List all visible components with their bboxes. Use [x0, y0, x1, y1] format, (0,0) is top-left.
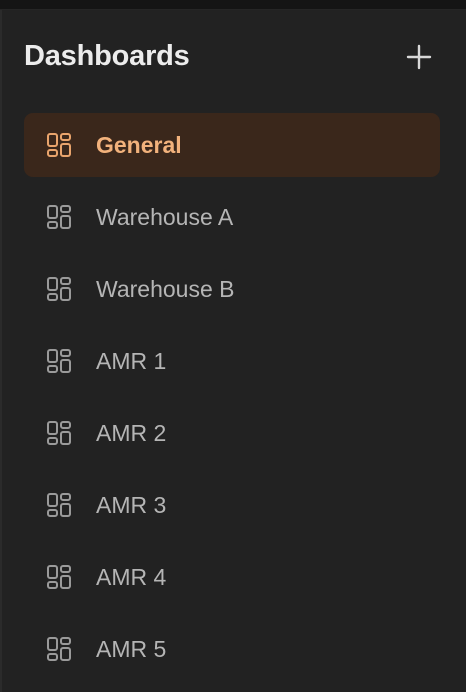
dashboard-item-warehouse-b[interactable]: Warehouse B — [24, 257, 440, 321]
dashboard-item-label: AMR 4 — [96, 564, 167, 590]
dashboard-icon — [46, 204, 72, 230]
dashboard-item-amr-5[interactable]: AMR 5 — [24, 617, 440, 681]
dashboard-icon — [46, 132, 72, 158]
dashboard-item-label: Warehouse A — [96, 204, 234, 230]
plus-icon — [406, 44, 432, 70]
top-edge — [0, 0, 466, 10]
dashboard-icon — [46, 492, 72, 518]
dashboard-item-amr-1[interactable]: AMR 1 — [24, 329, 440, 393]
add-dashboard-button[interactable] — [404, 42, 434, 72]
dashboard-icon — [46, 420, 72, 446]
dashboard-item-label: AMR 1 — [96, 348, 167, 374]
dashboard-item-amr-2[interactable]: AMR 2 — [24, 401, 440, 465]
dashboard-icon — [46, 636, 72, 662]
sidebar-header: Dashboards — [24, 36, 434, 78]
dashboard-item-label: AMR 2 — [96, 420, 167, 446]
dashboard-item-label: AMR 5 — [96, 636, 167, 662]
dashboard-item-label: AMR 3 — [96, 492, 167, 518]
dashboard-icon — [46, 348, 72, 374]
sidebar-title: Dashboards — [24, 40, 190, 72]
dashboards-sidebar: Dashboards General Warehouse A Warehouse… — [0, 10, 466, 692]
dashboard-icon — [46, 564, 72, 590]
dashboard-item-general[interactable]: General — [24, 113, 440, 177]
dashboard-item-label: Warehouse B — [96, 276, 235, 302]
dashboard-item-amr-3[interactable]: AMR 3 — [24, 473, 440, 537]
dashboard-item-label: General — [96, 132, 182, 158]
dashboard-icon — [46, 276, 72, 302]
dashboard-item-warehouse-a[interactable]: Warehouse A — [24, 185, 440, 249]
dashboard-item-amr-4[interactable]: AMR 4 — [24, 545, 440, 609]
dashboard-list: General Warehouse A Warehouse B AMR 1 AM… — [24, 113, 440, 689]
